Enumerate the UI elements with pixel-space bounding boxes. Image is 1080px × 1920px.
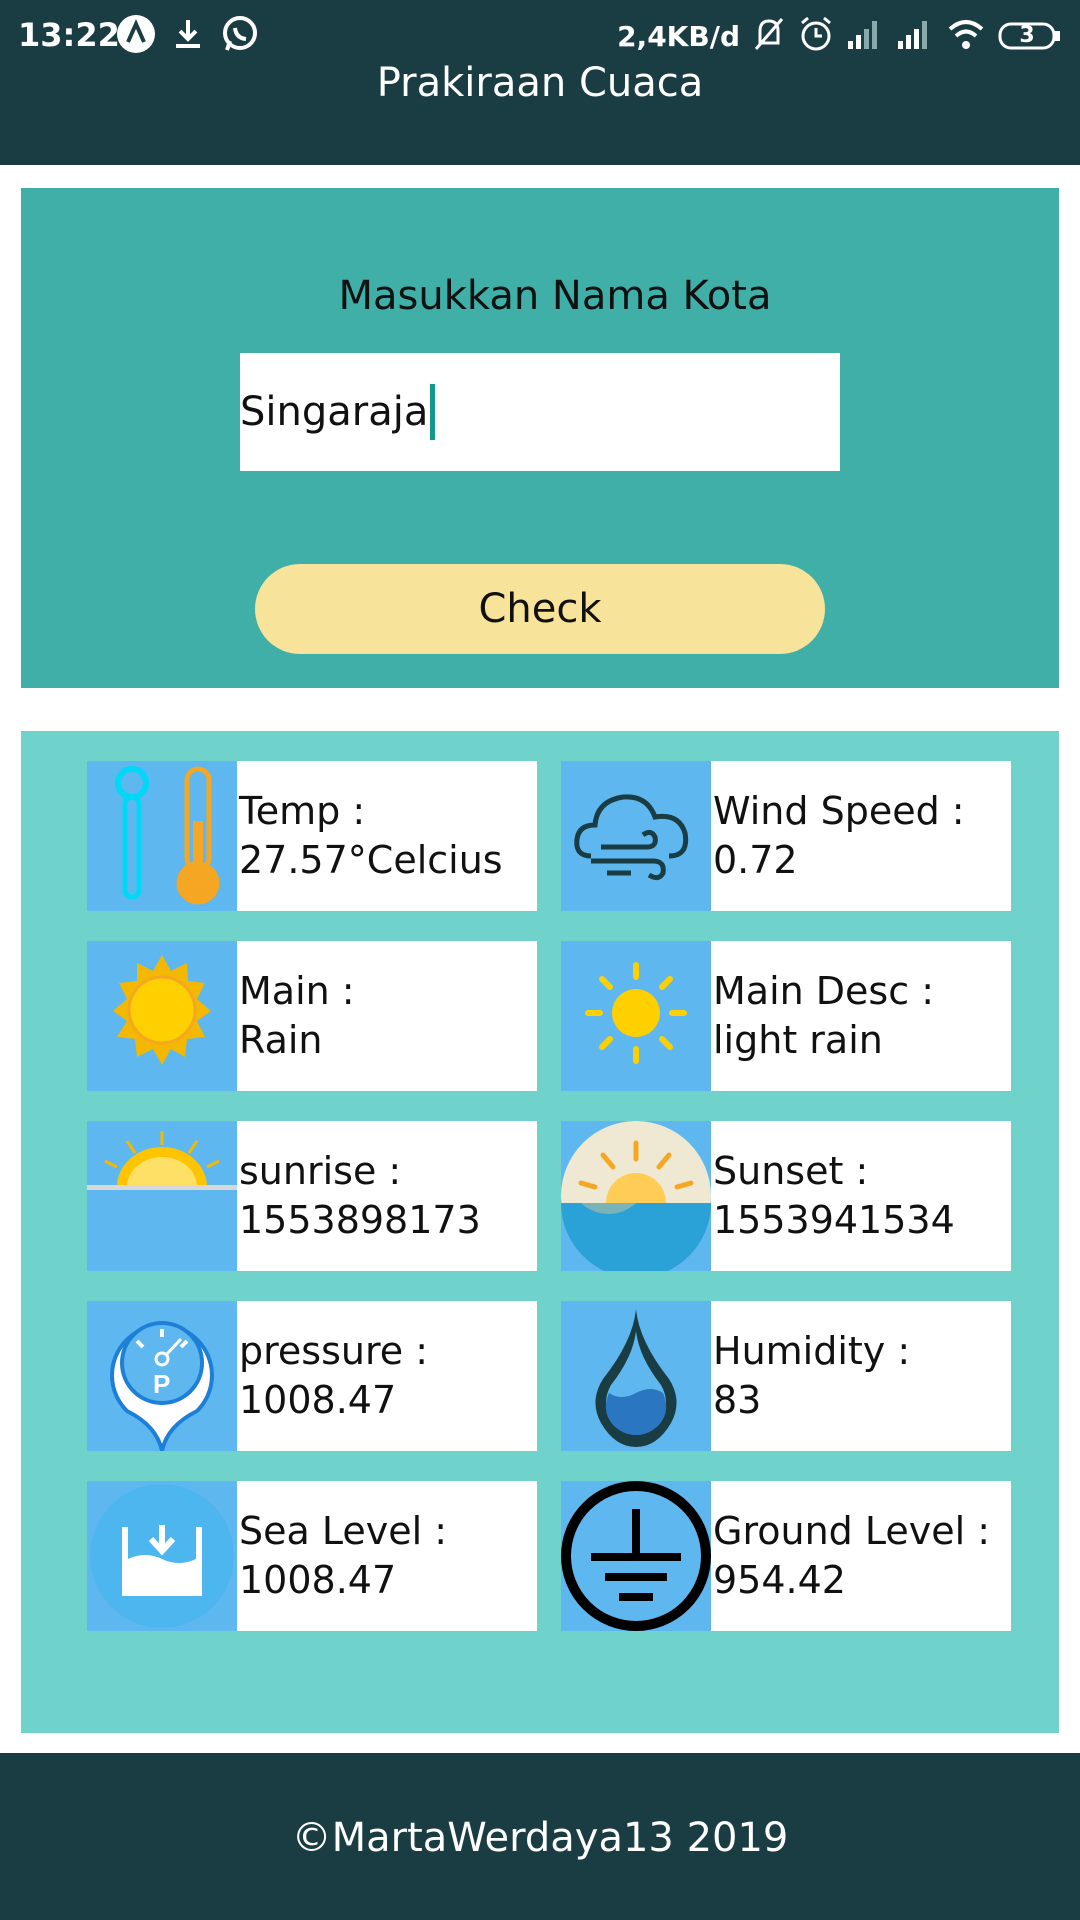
humidity-card: Humidity : 83 [561,1301,1011,1451]
sea-level-card: Sea Level : 1008.47 [87,1481,537,1631]
sunset-label: Sunset : [713,1149,869,1193]
city-input[interactable]: Singaraja [240,353,840,471]
footer: ©MartaWerdaya13 2019 [0,1753,1080,1920]
water-drop-icon [561,1301,711,1451]
pressure-card: P pressure : 1008.47 [87,1301,537,1451]
sun-rays-icon [561,941,711,1091]
cloud-wind-icon [561,761,711,911]
sunrise-label: sunrise : [239,1149,402,1193]
sunrise-value: 1553898173 [239,1198,481,1242]
battery-level: 3 [1019,23,1035,48]
network-speed: 2,4KB/d [617,19,740,53]
temp-value: 27.57°Celcius [239,838,503,882]
download-icon [170,14,206,58]
sunset-icon [561,1121,711,1271]
sun-icon [87,941,237,1091]
temp-card: Temp : 27.57°Celcius [87,761,537,911]
city-input-value: Singaraja [240,389,429,435]
signal-icon [846,17,884,55]
mute-bell-icon [752,15,786,57]
sunset-card: Sunset : 1553941534 [561,1121,1011,1271]
search-panel: Masukkan Nama Kota Singaraja Check [21,188,1059,688]
humidity-value: 83 [713,1378,762,1422]
sunrise-icon [87,1121,237,1271]
sunset-value: 1553941534 [713,1198,955,1242]
battery-icon: 3 [998,21,1062,51]
check-button[interactable]: Check [255,564,825,654]
weather-grid: Temp : 27.57°Celcius Wind Speed : 0.72 M… [21,731,1059,1733]
main-desc-card: Main Desc : light rain [561,941,1011,1091]
sunrise-card: sunrise : 1553898173 [87,1121,537,1271]
wind-speed-label: Wind Speed : [713,789,965,833]
sea-level-label: Sea Level : [239,1509,448,1553]
a-icon [116,14,156,58]
sea-level-value: 1008.47 [239,1558,397,1602]
main-value: Rain [239,1018,323,1062]
wind-speed-value: 0.72 [713,838,798,882]
sea-level-icon [87,1481,237,1631]
city-prompt-label: Masukkan Nama Kota [338,273,772,319]
whatsapp-icon [220,14,260,58]
wifi-icon [946,17,986,55]
pressure-gauge-icon: P [87,1301,237,1451]
pressure-label: pressure : [239,1329,429,1373]
text-cursor [430,384,436,440]
status-time: 13:22 [18,16,120,54]
ground-level-value: 954.42 [713,1558,846,1602]
copyright-text: ©MartaWerdaya13 2019 [291,1815,789,1861]
signal-icon [896,17,934,55]
thermometer-icon [87,761,237,911]
alarm-icon [798,15,834,57]
ground-level-card: Ground Level : 954.42 [561,1481,1011,1631]
svg-text:P: P [153,1369,170,1399]
main-desc-value: light rain [713,1018,883,1062]
check-button-label: Check [478,586,602,632]
main-desc-label: Main Desc : [713,969,935,1013]
humidity-label: Humidity : [713,1329,911,1373]
main-label: Main : [239,969,355,1013]
wind-speed-card: Wind Speed : 0.72 [561,761,1011,911]
app-bar: 13:22 2,4KB/d 3 Prakiraan Cuaca [0,0,1080,165]
pressure-value: 1008.47 [239,1378,397,1422]
temp-label: Temp : [239,789,366,833]
page-title: Prakiraan Cuaca [376,60,704,106]
ground-symbol-icon [561,1481,711,1631]
main-card: Main : Rain [87,941,537,1091]
ground-level-label: Ground Level : [713,1509,991,1553]
